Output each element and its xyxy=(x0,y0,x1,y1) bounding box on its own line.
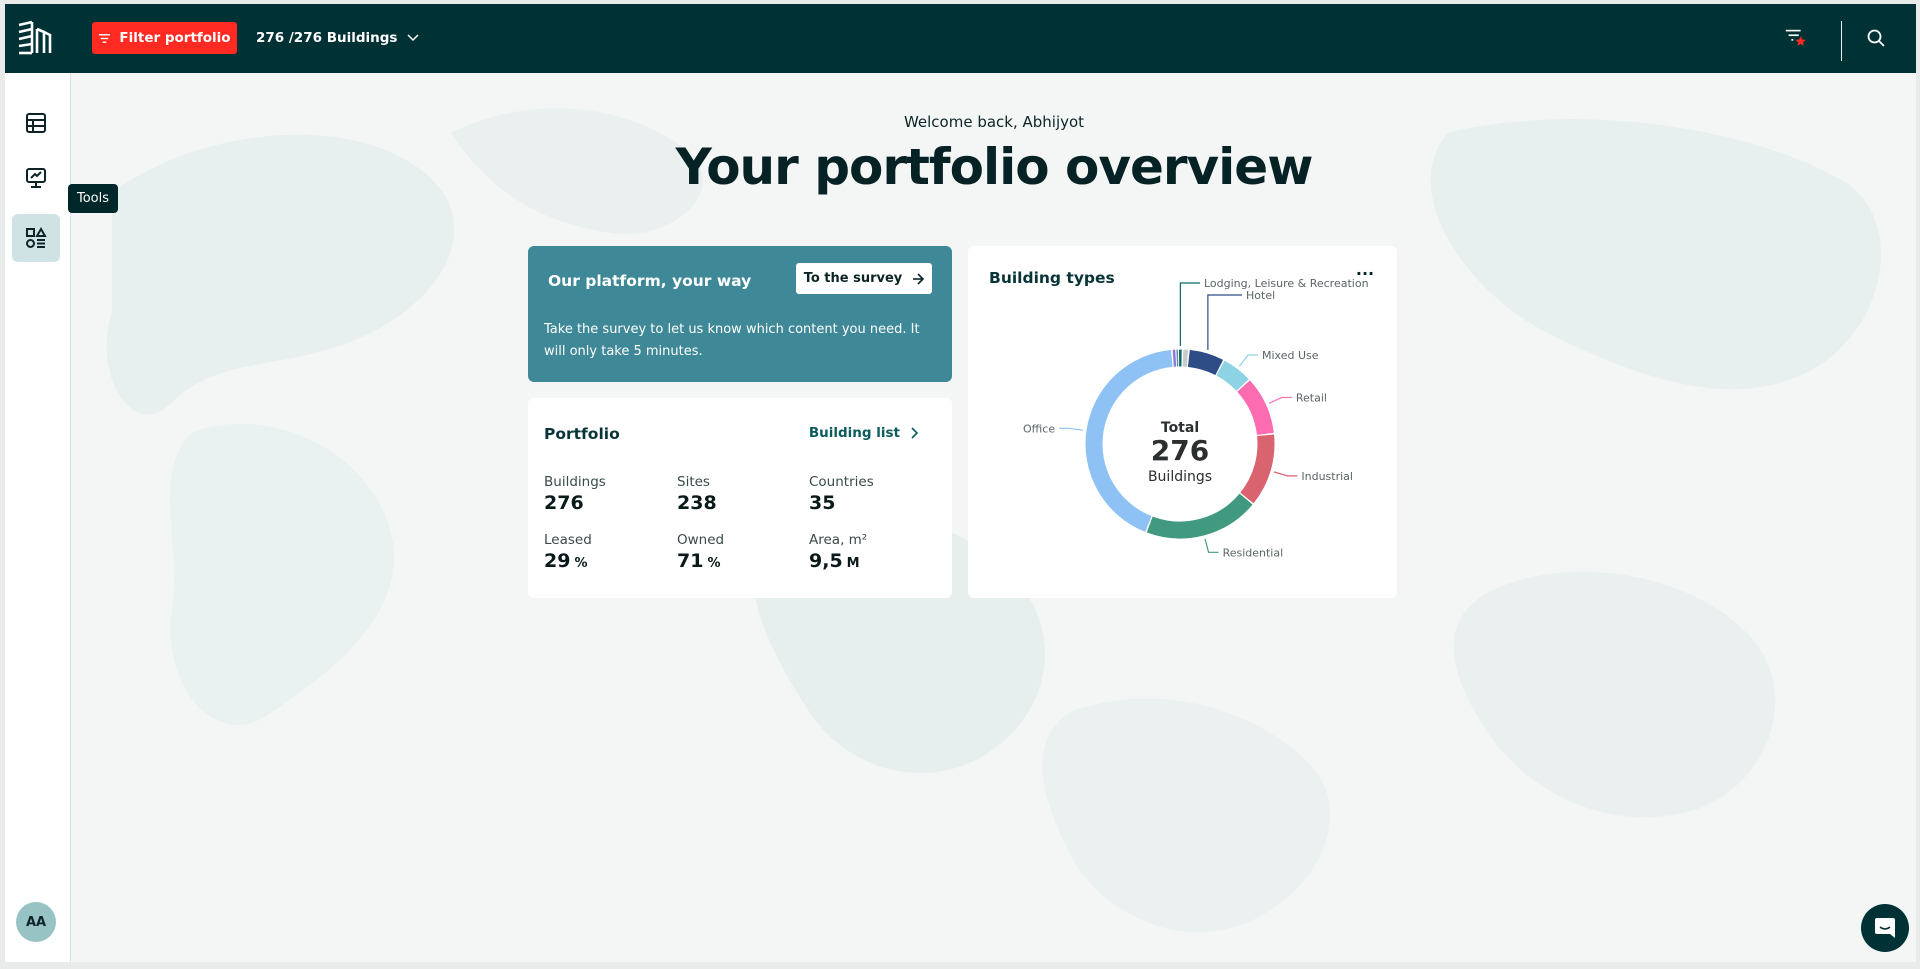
donut-label: Hotel xyxy=(1246,289,1275,302)
stat-label: Sites xyxy=(677,474,710,490)
tools-shapes-icon xyxy=(26,226,47,248)
page-title: Your portfolio overview xyxy=(675,138,1314,196)
donut-center-bottom: Buildings xyxy=(1148,469,1212,485)
filter-icon xyxy=(99,33,111,43)
stat-owned: Owned 71% xyxy=(677,532,809,572)
donut-center-value: 276 xyxy=(1151,434,1209,467)
app-frame: Filter portfolio 276 /276 Buildings AA T… xyxy=(5,4,1916,962)
chat-icon xyxy=(1875,918,1895,938)
to-survey-button[interactable]: To the survey xyxy=(796,263,932,294)
donut-slice-retail[interactable] xyxy=(1237,380,1274,435)
stat-label: Owned xyxy=(677,532,725,548)
donut-leader-line xyxy=(1207,294,1242,351)
stat-value: 71% xyxy=(677,550,809,572)
stat-label: Countries xyxy=(809,474,874,490)
table-icon xyxy=(26,113,46,133)
stat-value: 238 xyxy=(677,492,809,514)
buildings-selector-label: 276 /276 Buildings xyxy=(256,30,398,46)
stat-buildings: Buildings 276 xyxy=(544,474,677,514)
donut-label: Industrial xyxy=(1301,470,1353,483)
stat-sites: Sites 238 xyxy=(677,474,809,514)
chat-support-button[interactable] xyxy=(1861,904,1909,952)
stat-number: 71 xyxy=(677,550,704,572)
filter-portfolio-label: Filter portfolio xyxy=(119,30,231,46)
donut-label: Retail xyxy=(1296,391,1327,404)
building-list-label: Building list xyxy=(808,425,900,441)
donut-slice-industrial[interactable] xyxy=(1240,434,1275,504)
stat-countries: Countries 35 xyxy=(809,474,940,514)
sidebar-item-tools[interactable] xyxy=(12,214,60,262)
stat-value: 35 xyxy=(809,492,940,514)
building-list-link[interactable]: Building list xyxy=(809,425,918,441)
stat-number: 238 xyxy=(677,492,717,514)
donut-slice-lodging-leisure-recreation[interactable] xyxy=(1179,349,1182,367)
welcome-message: Welcome back, Abhijyot xyxy=(903,113,1085,131)
sidebar: AA xyxy=(5,73,71,962)
donut-label: Office xyxy=(1023,422,1055,435)
donut-leader-line xyxy=(1239,354,1259,367)
filter-star-icon xyxy=(1785,29,1806,46)
stat-value: 9,5 M xyxy=(809,550,940,572)
donut-label: Mixed Use xyxy=(1262,349,1319,362)
portfolio-card: Portfolio Building list Buildings 276 Sit… xyxy=(528,398,952,598)
survey-description: Take the survey to let us know which con… xyxy=(544,322,920,359)
search-icon xyxy=(1867,29,1885,47)
stat-label: Area, m² xyxy=(809,532,868,548)
stat-value: 276 xyxy=(544,492,677,514)
building-types-donut-chart: Lodging, Leisure & RecreationHotel Mixed … xyxy=(1023,277,1369,559)
monitor-chart-icon xyxy=(26,168,46,188)
header-divider xyxy=(1841,21,1842,61)
donut-slice-other-3[interactable] xyxy=(1182,349,1189,367)
arrow-right-icon xyxy=(913,272,925,285)
donut-leader-line xyxy=(1268,396,1292,404)
sidebar-item-dashboard[interactable] xyxy=(12,154,60,202)
survey-title: Our platform, your way xyxy=(548,272,752,290)
donut-slice-mixed-use[interactable] xyxy=(1216,360,1249,391)
donut-slice-other-0[interactable] xyxy=(1172,349,1177,367)
favorite-filters-button[interactable] xyxy=(1784,26,1808,50)
donut-slice-hotel[interactable] xyxy=(1187,350,1223,375)
top-bar: Filter portfolio 276 /276 Buildings xyxy=(5,4,1916,73)
stat-area: Area, m² 9,5 M xyxy=(809,532,940,572)
donut-label: Lodging, Leisure & Recreation xyxy=(1204,277,1369,290)
donut-leader-line xyxy=(1273,471,1298,477)
chevron-down-icon xyxy=(407,34,419,42)
chevron-right-icon xyxy=(911,427,918,439)
logo-icon[interactable] xyxy=(15,18,55,58)
donut-slice-other-1[interactable] xyxy=(1176,349,1179,367)
stat-number: 9,5 xyxy=(809,550,843,572)
stat-number: 35 xyxy=(809,492,836,514)
portfolio-stats: Buildings 276 Sites 238 Countries 35 Leased… xyxy=(544,474,940,572)
user-avatar[interactable]: AA xyxy=(16,902,56,942)
stat-leased: Leased 29% xyxy=(544,532,677,572)
survey-card: Our platform, your way To the survey Tak… xyxy=(528,246,952,382)
building-types-card: Lodging, Leisure & Recreation Hotel Mixed … xyxy=(968,246,1397,598)
donut-label: Residential xyxy=(1223,546,1284,559)
to-survey-label: To the survey xyxy=(803,271,903,286)
stat-number: 276 xyxy=(544,492,584,514)
donut-leader-line xyxy=(1204,538,1219,553)
donut-leader-line xyxy=(1179,282,1200,347)
filter-portfolio-button[interactable]: Filter portfolio xyxy=(92,22,237,54)
stat-number: 29 xyxy=(544,550,571,572)
more-options-icon[interactable]: ··· xyxy=(1353,266,1377,288)
stat-value: 29% xyxy=(544,550,677,572)
search-button[interactable] xyxy=(1864,26,1888,50)
donut-slice-residential[interactable] xyxy=(1146,493,1253,539)
donut-leader-line xyxy=(1059,427,1084,431)
stat-unit: M xyxy=(846,556,860,571)
building-types-title: Building types xyxy=(989,269,1115,287)
buildings-selector[interactable]: 276 /276 Buildings xyxy=(256,22,419,54)
stat-label: Buildings xyxy=(544,474,606,490)
stat-unit: % xyxy=(707,556,721,571)
stat-unit: % xyxy=(574,556,588,571)
stat-label: Leased xyxy=(544,532,592,548)
portfolio-title: Portfolio xyxy=(544,425,620,443)
sidebar-item-table[interactable] xyxy=(12,99,60,147)
